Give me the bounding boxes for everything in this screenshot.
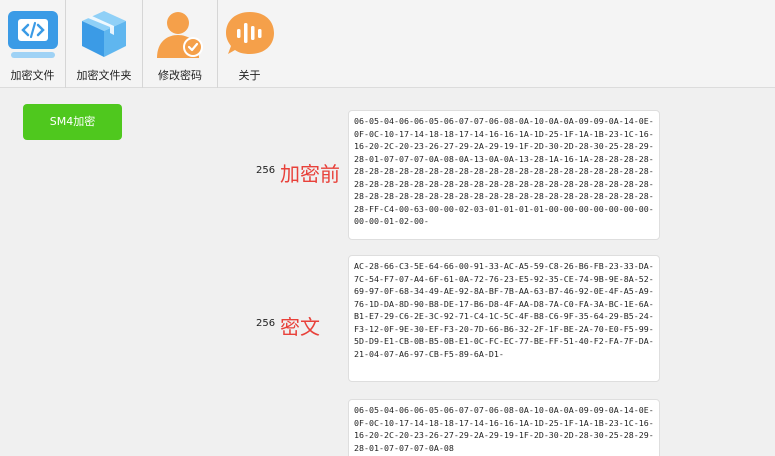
encrypt-folder-label: 加密文件夹: [76, 69, 132, 82]
ciphertext-label: 密文: [280, 315, 320, 339]
plaintext-bytes: 06-05-04-06-06-05-06-07-07-06-08-0A-10-0…: [354, 116, 654, 226]
change-password-label: 修改密码: [158, 69, 202, 82]
voice-bubble-icon: [226, 12, 274, 54]
encrypt-file-label: 加密文件: [10, 69, 55, 82]
plaintext-box[interactable]: 06-05-04-06-06-05-06-07-07-06-08-0A-10-0…: [348, 110, 660, 240]
decrypted-bytes: 06-05-04-06-06-05-06-07-07-06-08-0A-10-0…: [354, 405, 654, 453]
box-folder-icon: [82, 11, 126, 57]
encrypt-folder-button[interactable]: 加密文件夹: [66, 0, 143, 88]
plaintext-label: 加密前: [280, 162, 340, 186]
code-file-icon: [8, 11, 58, 58]
about-label: 关于: [238, 69, 261, 82]
ciphertext-box[interactable]: AC-28-66-C3-5E-64-66-00-91-33-AC-A5-59-C…: [348, 255, 660, 382]
plaintext-byte-count: 256: [256, 165, 276, 176]
encrypt-file-button[interactable]: 加密文件: [0, 0, 66, 88]
toolbar: 加密文件 加密文件夹 修改密码 关于: [0, 0, 775, 88]
ciphertext-bytes: AC-28-66-C3-5E-64-66-00-91-33-AC-A5-59-C…: [354, 261, 654, 359]
change-password-button[interactable]: 修改密码: [143, 0, 218, 88]
about-button[interactable]: 关于: [218, 0, 281, 88]
ciphertext-byte-count: 256: [256, 318, 276, 329]
decrypted-box[interactable]: 06-05-04-06-06-05-06-07-07-06-08-0A-10-0…: [348, 399, 660, 456]
sm4-encrypt-button[interactable]: SM4加密: [23, 104, 122, 140]
user-check-icon: [157, 12, 203, 58]
